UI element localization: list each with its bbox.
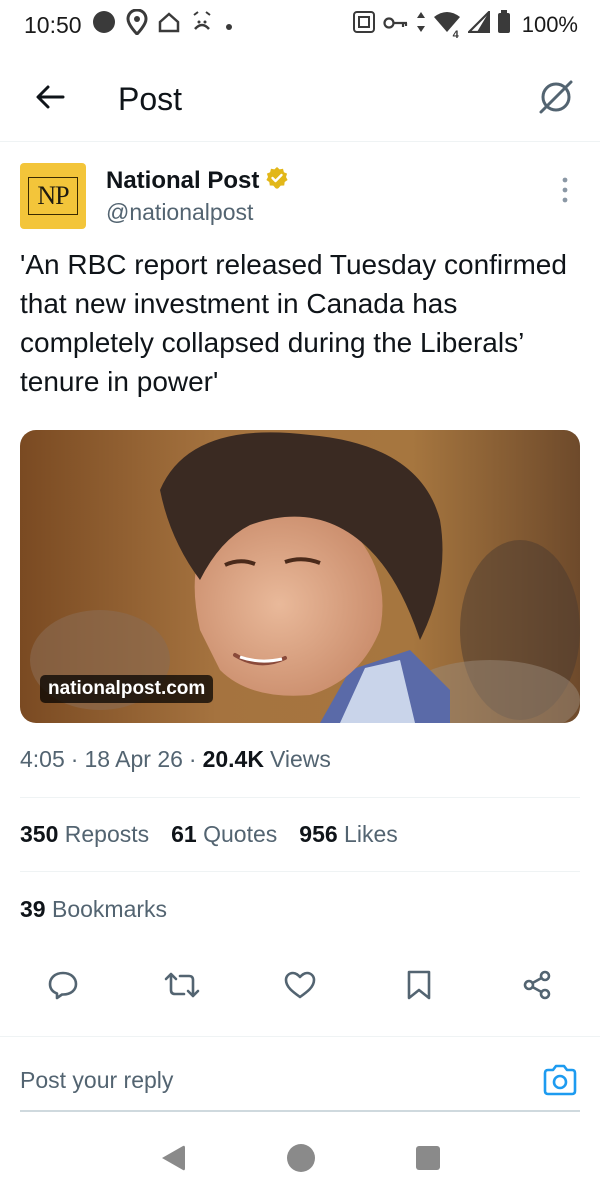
reply-icon bbox=[47, 969, 79, 1006]
data-arrows-icon bbox=[416, 11, 426, 39]
display-name[interactable]: National Post bbox=[106, 167, 259, 195]
circle-icon bbox=[92, 10, 116, 40]
arrow-left-icon bbox=[35, 84, 65, 115]
reposts-stat[interactable]: 350 Reposts bbox=[20, 821, 149, 848]
verified-badge-icon bbox=[265, 166, 289, 195]
reply-underline bbox=[20, 1110, 580, 1112]
home-circle-icon bbox=[286, 1143, 316, 1177]
home-icon bbox=[158, 11, 180, 39]
nav-home-button[interactable] bbox=[286, 1143, 316, 1178]
reply-button[interactable] bbox=[40, 964, 86, 1010]
reply-input[interactable]: Post your reply bbox=[20, 1067, 173, 1094]
status-time: 10:50 bbox=[24, 11, 82, 38]
views-count[interactable]: 20.4K bbox=[203, 746, 264, 773]
key-icon bbox=[383, 12, 409, 38]
reply-camera-button[interactable] bbox=[542, 1063, 578, 1099]
bookmark-button[interactable] bbox=[396, 964, 442, 1010]
tweet-date: 18 Apr 26 bbox=[84, 746, 183, 772]
tweet-meta: 4:05 · 18 Apr 26 · 20.4K Views bbox=[20, 746, 331, 773]
nav-back-button[interactable] bbox=[159, 1143, 187, 1178]
bookmarks-label: Bookmarks bbox=[51, 896, 168, 922]
more-options-button[interactable] bbox=[550, 167, 580, 217]
meta-separator: · bbox=[188, 746, 197, 772]
grok-button[interactable] bbox=[534, 78, 578, 122]
link-card-image[interactable]: nationalpost.com bbox=[20, 430, 580, 723]
tweet-text: 'An RBC report released Tuesday confirme… bbox=[20, 249, 567, 397]
status-bar: 10:50 4 100% bbox=[0, 0, 600, 50]
system-nav-bar bbox=[0, 1120, 600, 1200]
quotes-stat[interactable]: 61 Quotes bbox=[171, 821, 277, 848]
more-vertical-icon bbox=[561, 177, 569, 208]
share-button[interactable] bbox=[514, 964, 560, 1010]
battery-icon bbox=[497, 10, 511, 40]
wifi-icon: 4 bbox=[433, 11, 461, 41]
media-domain-label: nationalpost.com bbox=[40, 675, 214, 703]
dot-icon bbox=[224, 12, 234, 38]
reposts-count: 350 bbox=[20, 821, 59, 847]
action-bar bbox=[20, 960, 580, 1014]
divider bbox=[20, 871, 580, 872]
engagement-stats: 350 Reposts 61 Quotes 956 Likes bbox=[20, 821, 398, 848]
share-icon bbox=[521, 969, 553, 1006]
bookmarks-stat[interactable]: 39 Bookmarks bbox=[20, 896, 167, 923]
camera-icon bbox=[542, 1064, 578, 1101]
quotes-count: 61 bbox=[171, 821, 197, 847]
author-names: National Post @nationalpost bbox=[106, 163, 289, 233]
tweet-time: 4:05 bbox=[20, 746, 65, 772]
tweet-author-row: NP National Post @nationalpost bbox=[20, 163, 580, 233]
back-button[interactable] bbox=[20, 70, 80, 130]
reposts-label: Reposts bbox=[64, 821, 150, 847]
signal-icon bbox=[466, 9, 490, 39]
repost-icon bbox=[164, 970, 200, 1005]
page-title: Post bbox=[118, 81, 183, 117]
location-icon bbox=[126, 8, 148, 41]
quotes-label: Quotes bbox=[203, 821, 278, 847]
likes-label: Likes bbox=[344, 821, 398, 847]
display-name-row: National Post bbox=[106, 166, 289, 195]
meta-separator: · bbox=[70, 746, 79, 772]
back-triangle-icon bbox=[159, 1145, 187, 1177]
divider bbox=[20, 797, 580, 798]
avatar[interactable]: NP bbox=[20, 163, 86, 229]
bookmarks-count: 39 bbox=[20, 896, 46, 922]
repost-button[interactable] bbox=[159, 964, 205, 1010]
likes-stat[interactable]: 956 Likes bbox=[299, 821, 397, 848]
handle[interactable]: @nationalpost bbox=[106, 199, 289, 226]
reply-bar: Post your reply bbox=[0, 1036, 600, 1112]
nfc-icon bbox=[352, 10, 376, 40]
bookmark-icon bbox=[406, 969, 432, 1006]
status-icons-right: 4 100% bbox=[352, 9, 578, 41]
like-button[interactable] bbox=[277, 964, 323, 1010]
nav-recents-button[interactable] bbox=[415, 1145, 441, 1176]
grok-icon bbox=[537, 78, 575, 121]
like-icon bbox=[283, 970, 317, 1005]
status-icons-left bbox=[92, 8, 234, 41]
battery-percentage: 100% bbox=[521, 12, 578, 37]
top-header: Post bbox=[0, 58, 600, 142]
views-label: Views bbox=[269, 746, 331, 772]
network-badge: 4 bbox=[452, 29, 459, 41]
recents-square-icon bbox=[415, 1145, 441, 1175]
likes-count: 956 bbox=[299, 821, 338, 847]
avatar-logo: NP bbox=[28, 177, 78, 215]
alarm-off-icon bbox=[190, 11, 214, 39]
